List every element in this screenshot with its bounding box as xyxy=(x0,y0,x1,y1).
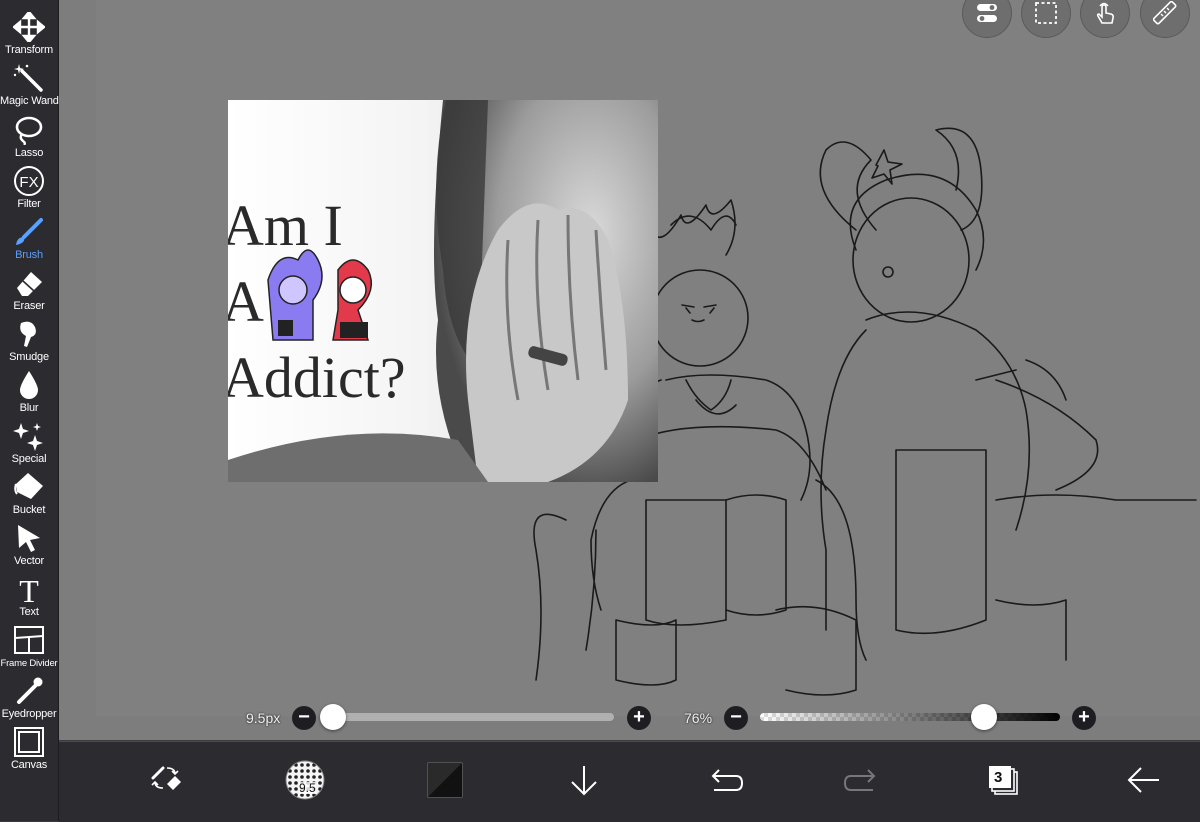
tool-transform[interactable]: Transform xyxy=(0,10,58,60)
caption-line-2: A xyxy=(228,269,264,334)
swap-brush-eraser-button[interactable] xyxy=(143,756,191,804)
svg-text:FX: FX xyxy=(19,174,38,191)
brush-size-slider[interactable] xyxy=(320,704,614,730)
bucket-icon xyxy=(14,473,43,499)
tool-smudge[interactable]: Smudge xyxy=(0,317,58,367)
tool-label: Frame Divider xyxy=(0,658,58,669)
brush-size-badge: 9.5 xyxy=(299,781,316,795)
toggle-icon xyxy=(977,4,997,22)
tool-label: Eraser xyxy=(13,300,45,312)
tool-lasso[interactable]: Lasso xyxy=(0,113,58,163)
tool-blur[interactable]: Blur xyxy=(0,368,58,418)
tool-label: Transform xyxy=(5,44,53,56)
smudge-icon xyxy=(20,321,36,347)
opacity-thumb[interactable] xyxy=(971,704,997,730)
touch-hand-icon xyxy=(1096,2,1115,24)
frame-divider-icon xyxy=(14,626,44,654)
opacity-decrease-button[interactable]: − xyxy=(724,706,748,730)
undo-button[interactable] xyxy=(700,756,748,804)
layer-count: 3 xyxy=(994,769,1003,786)
tool-eraser[interactable]: Eraser xyxy=(0,266,58,316)
tool-sidebar: Transform Magic Wand Lasso FX Filter Bru… xyxy=(0,0,59,821)
text-icon: T xyxy=(19,574,39,604)
fx-icon: FX xyxy=(14,166,44,196)
tool-label: Bucket xyxy=(12,504,46,516)
brush-eraser-swap-icon xyxy=(151,766,181,790)
eraser-icon xyxy=(17,272,42,296)
reference-image[interactable]: Am I A Addict? xyxy=(228,100,658,482)
tool-label: Canvas xyxy=(10,759,48,771)
tool-label: Magic Wand xyxy=(0,95,59,107)
color-picker-button[interactable] xyxy=(421,756,469,804)
caption-line-3: Addict? xyxy=(228,345,406,410)
tool-bucket[interactable]: Bucket xyxy=(0,470,58,520)
tool-label: Vector xyxy=(14,555,44,567)
color-swatch-icon xyxy=(427,762,463,798)
layers-icon xyxy=(989,766,1018,795)
lasso-icon xyxy=(15,116,43,145)
opacity-increase-button[interactable]: + xyxy=(1072,706,1096,730)
cursor-arrow-icon xyxy=(18,525,40,552)
blur-drop-icon xyxy=(20,371,38,399)
redo-icon xyxy=(843,769,876,791)
tool-label: Special xyxy=(11,453,47,465)
opacity-value: 76% xyxy=(684,710,713,726)
ruler-icon xyxy=(1153,1,1177,25)
brush-icon xyxy=(16,218,43,245)
svg-text:T: T xyxy=(19,574,39,604)
tool-label: Filter xyxy=(17,198,41,210)
back-button[interactable] xyxy=(1119,756,1167,804)
tool-frame-divider[interactable]: Frame Divider xyxy=(0,623,58,673)
tool-filter[interactable]: FX Filter xyxy=(0,164,58,214)
slider-row: 9.5px − + 76% − + xyxy=(0,704,1200,732)
image-caption: Am I A Addict? xyxy=(228,188,406,416)
brush-size-thumb[interactable] xyxy=(320,704,346,730)
selection-marquee-icon xyxy=(1035,2,1057,24)
brush-settings-button[interactable]: 9.5 xyxy=(281,756,329,804)
brush-size-value: 9.5px xyxy=(246,710,281,726)
tool-text[interactable]: T Text xyxy=(0,572,58,622)
download-button[interactable] xyxy=(560,756,608,804)
tool-label: Brush xyxy=(15,249,43,261)
transform-icon xyxy=(13,12,45,42)
tool-magic-wand[interactable]: Magic Wand xyxy=(0,61,59,111)
tool-vector[interactable]: Vector xyxy=(0,521,58,571)
arrow-left-icon xyxy=(1127,767,1159,793)
tool-label: Blur xyxy=(19,402,39,414)
tool-label: Text xyxy=(19,606,39,618)
tool-special[interactable]: Special xyxy=(0,419,58,469)
sparkle-icon xyxy=(13,423,43,451)
magic-wand-icon xyxy=(13,64,43,92)
tool-canvas[interactable]: Canvas xyxy=(0,725,58,775)
eyedropper-icon xyxy=(17,677,43,704)
brush-texture-icon xyxy=(285,760,325,800)
layers-button[interactable]: 3 xyxy=(979,756,1027,804)
brush-size-decrease-button[interactable]: − xyxy=(292,706,316,730)
redo-button[interactable] xyxy=(839,756,887,804)
tool-label: Lasso xyxy=(14,147,44,159)
caption-line-1: Am I xyxy=(228,193,343,258)
brush-size-increase-button[interactable]: + xyxy=(627,706,651,730)
tool-brush[interactable]: Brush xyxy=(0,215,58,265)
opacity-slider[interactable] xyxy=(760,704,1060,730)
bottom-toolbar: 9.5 3 xyxy=(59,741,1200,822)
arrow-down-icon xyxy=(571,766,597,796)
tool-label: Smudge xyxy=(9,351,49,363)
undo-icon xyxy=(711,769,744,791)
drawing-canvas[interactable]: Am I A Addict? xyxy=(96,0,1200,716)
